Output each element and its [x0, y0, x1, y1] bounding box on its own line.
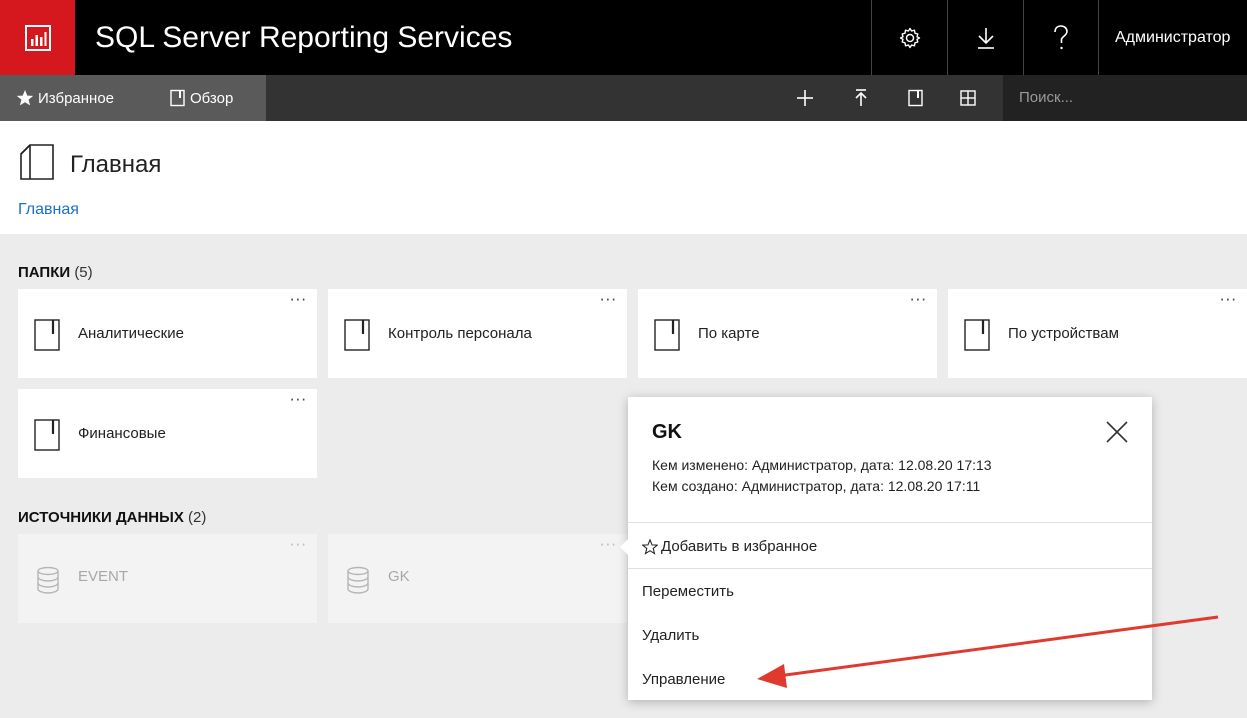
add-favorite-label: Добавить в избранное [661, 538, 818, 555]
tile-view-button[interactable] [948, 75, 988, 121]
more-options-button[interactable]: ··· [290, 391, 307, 409]
more-options-button[interactable]: ··· [910, 291, 927, 309]
page-header: Главная Главная [0, 121, 1247, 234]
datasource-label: EVENT [78, 568, 129, 585]
more-options-button[interactable]: ··· [1220, 291, 1237, 309]
popup-title: GK [652, 421, 682, 443]
star-outline-icon [642, 538, 658, 555]
browse-label: Обзор [190, 89, 234, 107]
report-chart-icon [24, 24, 51, 51]
ssrs-logo[interactable] [0, 0, 75, 75]
toolbar: Избранное Обзор [0, 75, 1247, 121]
move-menu-item[interactable]: Переместить [642, 583, 734, 600]
popup-pointer [620, 539, 628, 555]
download-icon [977, 27, 994, 49]
datasource-tile[interactable]: ··· GK [328, 534, 627, 623]
folder-icon [34, 419, 60, 451]
upload-button[interactable] [841, 75, 881, 121]
folder-icon [964, 319, 990, 351]
breadcrumb-home[interactable]: Главная [18, 201, 79, 219]
folders-count: (5) [74, 264, 93, 281]
datasource-label: GK [388, 568, 410, 585]
close-icon[interactable] [1102, 417, 1132, 447]
folder-label: По устройствам [1008, 325, 1119, 342]
folder-label: По карте [698, 325, 760, 342]
datasources-section-title: ИСТОЧНИКИ ДАННЫХ (2) [18, 509, 206, 526]
folder-icon [654, 319, 680, 351]
more-options-button[interactable]: ··· [290, 291, 307, 309]
created-info: Кем создано: Администратор, дата: 12.08.… [652, 478, 981, 494]
folder-tile[interactable]: ··· Контроль персонала [328, 289, 627, 378]
new-button[interactable] [785, 75, 825, 121]
manage-menu-item[interactable]: Управление [642, 671, 725, 688]
folder-tile[interactable]: ··· По карте [638, 289, 937, 378]
datasources-count: (2) [188, 509, 207, 526]
folder-icon [344, 319, 370, 351]
folder-tile[interactable]: ··· Аналитические [18, 289, 317, 378]
favorites-label: Избранное [38, 89, 115, 107]
home-folder-icon [20, 144, 54, 180]
folder-label: Аналитические [78, 325, 184, 342]
favorites-tab[interactable]: Избранное [16, 75, 114, 121]
folder-tile[interactable]: ··· Финансовые [18, 389, 317, 478]
browse-tab[interactable]: Обзор [170, 75, 233, 121]
folder-tile[interactable]: ··· По устройствам [948, 289, 1247, 378]
datasources-title: ИСТОЧНИКИ ДАННЫХ [18, 509, 184, 526]
database-icon [37, 566, 59, 594]
star-filled-icon [16, 90, 34, 106]
gear-icon [899, 27, 920, 48]
add-favorite-button[interactable]: Добавить в избранное [642, 538, 817, 555]
popup-divider [628, 568, 1152, 569]
more-options-button[interactable]: ··· [290, 536, 307, 554]
more-options-button[interactable]: ··· [600, 536, 617, 554]
top-bar: SQL Server Reporting Services Администра… [0, 0, 1247, 75]
view-mode-button[interactable] [896, 75, 936, 121]
modified-info: Кем изменено: Администратор, дата: 12.08… [652, 457, 992, 473]
more-options-button[interactable]: ··· [600, 291, 617, 309]
plus-icon [797, 90, 813, 106]
search-input[interactable] [1003, 75, 1247, 121]
user-menu[interactable]: Администратор [1098, 0, 1247, 75]
folder-icon [34, 319, 60, 351]
database-icon [347, 566, 369, 594]
upload-icon [855, 89, 867, 106]
folders-section-title: ПАПКИ (5) [18, 264, 93, 281]
folders-title: ПАПКИ [18, 264, 71, 281]
item-context-popup: GK Кем изменено: Администратор, дата: 12… [620, 397, 1152, 700]
page-title: Главная [70, 151, 162, 178]
download-button[interactable] [947, 0, 1023, 75]
folder-label: Финансовые [78, 425, 166, 442]
settings-button[interactable] [871, 0, 947, 75]
help-question-icon [1054, 24, 1068, 49]
datasource-tile[interactable]: ··· EVENT [18, 534, 317, 623]
popup-divider [628, 522, 1152, 523]
folder-icon [908, 89, 923, 107]
help-button[interactable] [1023, 0, 1098, 75]
app-title: SQL Server Reporting Services [95, 21, 513, 54]
grid-icon [960, 90, 976, 106]
folder-label: Контроль персонала [388, 325, 532, 342]
delete-menu-item[interactable]: Удалить [642, 627, 699, 644]
folder-icon [170, 89, 185, 107]
